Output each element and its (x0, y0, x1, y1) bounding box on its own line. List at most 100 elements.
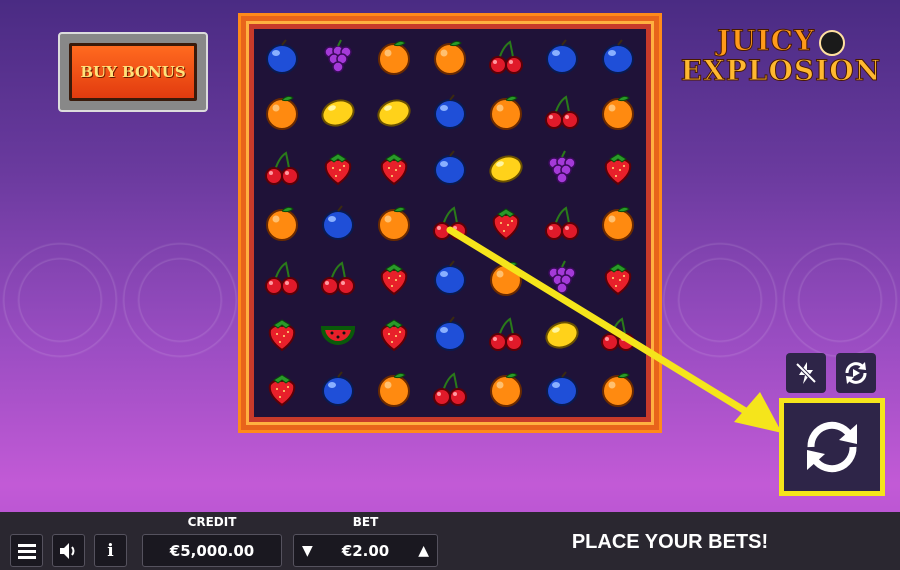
watermelon-icon (320, 325, 356, 345)
credit-value: €5,000.00 (142, 534, 282, 567)
reel-cell (254, 29, 310, 84)
cherry-icon (321, 261, 355, 296)
lemon-icon (377, 99, 411, 127)
cherry-icon (545, 206, 579, 240)
strawberry-icon (268, 319, 296, 352)
orange-icon (602, 373, 634, 408)
reel-cell (422, 195, 478, 250)
reel-cell (478, 306, 534, 361)
autoplay-icon (845, 362, 867, 384)
game-logo: JUICY EXPLOSION (676, 24, 886, 96)
status-message: PLACE YOUR BETS! (571, 531, 769, 553)
reel-cell (366, 306, 422, 361)
orange-icon (266, 206, 298, 241)
reel-cell (422, 84, 478, 139)
menu-button[interactable] (10, 534, 43, 567)
lemon-icon (321, 99, 355, 127)
orange-icon (266, 96, 298, 131)
reel-cell (310, 306, 366, 361)
lemon-icon (489, 155, 523, 183)
logo-line2: EXPLOSION (680, 54, 882, 87)
logo-line1: JUICY (716, 24, 816, 57)
reel-cell (534, 306, 590, 361)
reel-cell (478, 362, 534, 417)
orange-icon (434, 40, 466, 75)
bet-increase-button[interactable]: ▲ (418, 543, 429, 559)
info-icon: i (107, 540, 114, 561)
bet-label: BET (352, 515, 379, 529)
lemon-icon (545, 321, 579, 349)
orange-icon (490, 262, 522, 297)
reel-cell (254, 362, 310, 417)
orange-icon (378, 40, 410, 75)
reel-cell (422, 29, 478, 84)
reel-cell (366, 29, 422, 84)
reel-cell (478, 195, 534, 250)
reel-cell (254, 195, 310, 250)
reel-frame (238, 13, 662, 433)
strawberry-icon (324, 152, 352, 185)
buy-bonus-button[interactable]: BUY BONUS (58, 32, 208, 112)
cherry-icon (601, 317, 635, 351)
plum-icon (266, 39, 298, 74)
plum-icon (322, 371, 354, 407)
reel-cell (590, 29, 646, 84)
reel-cell (534, 195, 590, 250)
plum-icon (434, 260, 466, 296)
plum-icon (546, 39, 578, 74)
reel-cell (590, 195, 646, 250)
reel-cell (590, 306, 646, 361)
bet-control: ▼ €2.00 ▲ (293, 534, 438, 567)
spin-icon (807, 421, 857, 473)
strawberry-icon (268, 374, 296, 407)
autoplay-button[interactable] (836, 353, 876, 393)
plum-icon (434, 316, 466, 351)
sound-button[interactable] (52, 534, 85, 567)
reel-cell (590, 251, 646, 306)
reel-cell (534, 140, 590, 195)
plum-icon (322, 205, 354, 240)
strawberry-icon (492, 208, 520, 241)
reel-cell (478, 84, 534, 139)
turbo-button[interactable] (786, 353, 826, 393)
info-button[interactable]: i (94, 534, 127, 567)
grapes-icon (548, 150, 576, 184)
reel-cell (478, 140, 534, 195)
grapes-icon (324, 39, 352, 73)
orange-icon (490, 96, 522, 131)
bet-decrease-button[interactable]: ▼ (302, 543, 313, 559)
reel-grid (254, 29, 646, 417)
reel-cell (366, 140, 422, 195)
cherry-icon (545, 95, 579, 130)
orange-icon (602, 206, 634, 241)
bomb-icon (819, 29, 846, 56)
reel-cell (478, 29, 534, 84)
reel-cell (310, 362, 366, 417)
reel-cell (590, 84, 646, 139)
spin-button[interactable] (779, 398, 885, 496)
reel-cell (254, 84, 310, 139)
credit-label: CREDIT (187, 515, 237, 529)
reel-cell (590, 140, 646, 195)
reel-cell (310, 84, 366, 139)
buy-bonus-label: BUY BONUS (69, 43, 197, 101)
reel-cell (254, 251, 310, 306)
orange-icon (378, 206, 410, 241)
reel-cell (590, 362, 646, 417)
strawberry-icon (604, 263, 632, 296)
reel-cell (534, 84, 590, 139)
plum-icon (546, 371, 578, 407)
reel-cell (310, 140, 366, 195)
reel-cell (478, 251, 534, 306)
orange-icon (378, 373, 410, 408)
reel-cell (422, 362, 478, 417)
reel-cell (422, 251, 478, 306)
plum-icon (434, 94, 466, 130)
reel-cell (422, 140, 478, 195)
strawberry-icon (380, 319, 408, 352)
strawberry-icon (380, 263, 408, 296)
reel-cell (534, 362, 590, 417)
reel-cell (534, 29, 590, 84)
cherry-icon (265, 150, 299, 185)
reel-cell (310, 251, 366, 306)
